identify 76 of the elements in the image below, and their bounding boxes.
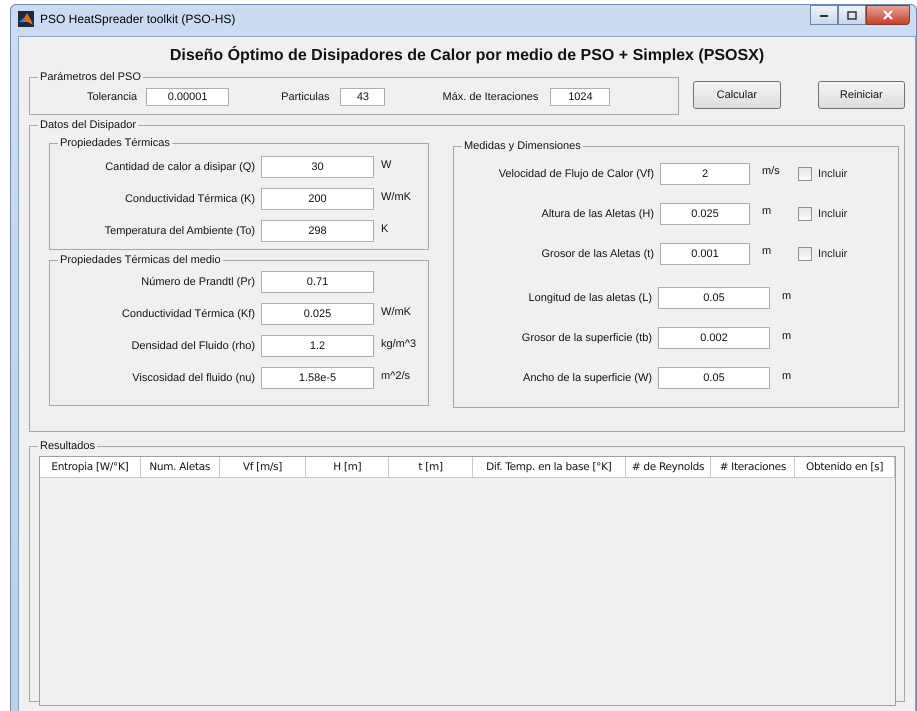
checkbox-label: Incluir	[818, 248, 848, 260]
action-button[interactable]: Reiniciar	[818, 81, 906, 109]
group-title: Parámetros del PSO	[39, 71, 142, 83]
input-field[interactable]: 1.58e-5	[261, 367, 374, 389]
column-header[interactable]: # Iteraciones	[711, 457, 796, 477]
column-header[interactable]: Dif. Temp. en la base [°K]	[472, 457, 626, 477]
unit-label: m	[782, 370, 792, 382]
unit-label: m	[782, 330, 792, 342]
checkbox[interactable]	[798, 207, 812, 221]
close-icon	[882, 10, 894, 20]
column-header[interactable]: Num. Aletas	[140, 457, 220, 477]
column-header[interactable]: Obtenido en [s]	[795, 457, 895, 477]
field-label: Grosor de las Aletas (t)	[540, 248, 654, 260]
unit-label: W/mK	[381, 191, 411, 203]
unit-label: m	[782, 290, 792, 302]
column-header[interactable]: H [m]	[306, 457, 390, 477]
column-header[interactable]: # de Reynolds	[626, 457, 712, 477]
field-label: Cantidad de calor a disipar (Q)	[104, 161, 255, 173]
close-button[interactable]	[866, 5, 910, 25]
unit-label: m	[762, 205, 772, 217]
input-field[interactable]: 0.025	[261, 303, 374, 325]
field-label: Ancho de la superficie (W)	[522, 372, 652, 384]
input-field[interactable]: 2	[660, 163, 750, 185]
input-field[interactable]: 0.001	[660, 243, 750, 265]
field-label: Tolerancia	[87, 91, 138, 103]
group-title: Propiedades Térmicas del medio	[59, 254, 222, 266]
unit-label: W	[381, 159, 392, 171]
minimize-button[interactable]	[810, 5, 838, 25]
unit-label: m/s	[762, 165, 781, 177]
input-field[interactable]: 0.00001	[146, 88, 230, 106]
field-label: Conductividad Térmica (K)	[124, 193, 255, 205]
unit-label: W/mK	[381, 306, 411, 318]
column-header[interactable]: Entropia [W/°K]	[40, 457, 141, 477]
input-field[interactable]: 0.025	[660, 203, 750, 225]
field-label: Velocidad de Flujo de Calor (Vf)	[498, 168, 654, 180]
unit-label: K	[381, 223, 388, 235]
maximize-icon	[847, 10, 857, 20]
input-field[interactable]: 200	[261, 188, 374, 210]
group-title: Propiedades Térmicas	[59, 137, 171, 149]
input-field[interactable]: 0.05	[658, 367, 770, 389]
column-header[interactable]: Vf [m/s]	[220, 457, 306, 477]
field-label: Número de Prandtl (Pr)	[140, 276, 255, 288]
field-label: Densidad del Fluido (rho)	[130, 340, 255, 352]
unit-label: m	[762, 245, 772, 257]
checkbox-label: Incluir	[818, 168, 848, 180]
input-field[interactable]: 298	[261, 220, 374, 242]
input-field[interactable]: 43	[340, 88, 386, 106]
input-field[interactable]: 0.05	[658, 287, 770, 309]
input-field[interactable]: 0.002	[658, 327, 770, 349]
window-title: PSO HeatSpreader toolkit (PSO-HS)	[40, 12, 236, 26]
unit-label: kg/m^3	[381, 338, 416, 350]
field-label: Temperatura del Ambiente (To)	[104, 225, 255, 237]
unit-label: m^2/s	[381, 370, 410, 382]
checkbox[interactable]	[798, 247, 812, 261]
field-label: Grosor de la superficie (tb)	[520, 332, 652, 344]
action-button[interactable]: Calcular	[693, 81, 781, 109]
app-icon	[18, 11, 34, 27]
input-field[interactable]: 1024	[550, 88, 610, 106]
main-heading: Diseño Óptimo de Disipadores de Calor por medio de PSO + Simplex (PSOSX)	[168, 44, 766, 66]
field-label: Viscosidad del fluido (nu)	[131, 372, 255, 384]
field-label: Altura de las Aletas (H)	[540, 208, 654, 220]
column-header[interactable]: t [m]	[389, 457, 473, 477]
field-label: Particulas	[281, 91, 330, 103]
input-field[interactable]: 1.2	[261, 335, 374, 357]
maximize-button[interactable]	[838, 5, 866, 25]
input-field[interactable]: 0.71	[261, 271, 374, 293]
field-label: Máx. de Iteraciones	[442, 91, 538, 103]
checkbox-label: Incluir	[818, 208, 848, 220]
minimize-icon	[819, 12, 829, 18]
input-field[interactable]: 30	[261, 156, 374, 178]
group-title: Resultados	[39, 440, 96, 452]
field-label: Longitud de las aletas (L)	[527, 292, 652, 304]
checkbox[interactable]	[798, 167, 812, 181]
group-title: Medidas y Dimensiones	[463, 140, 582, 152]
field-label: Conductividad Térmica (Kf)	[120, 308, 255, 320]
group-title: Datos del Disipador	[39, 119, 137, 131]
